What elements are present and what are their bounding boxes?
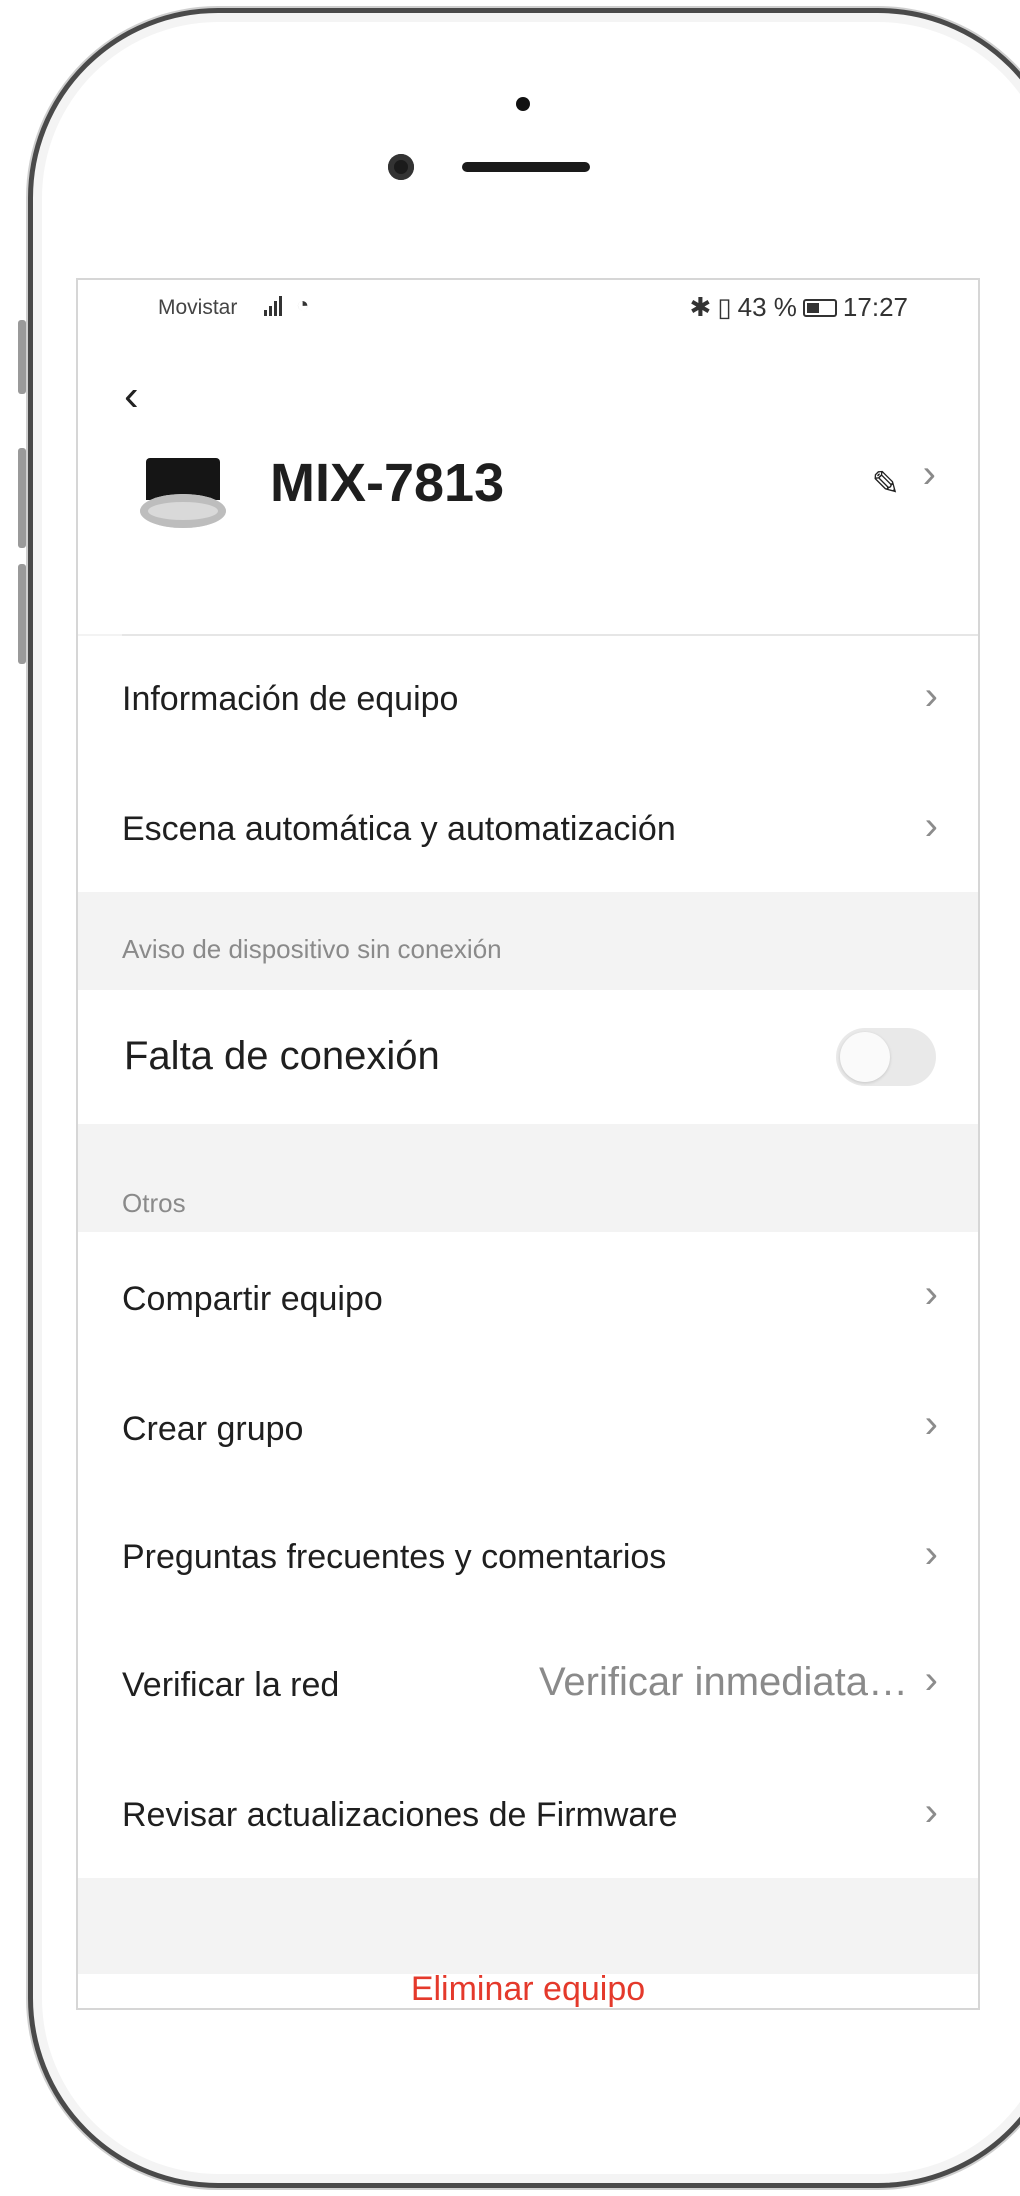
chevron-right-icon: ›: [924, 1402, 938, 1446]
chevron-right-icon: ›: [924, 1272, 938, 1316]
offline-section-header: Aviso de dispositivo sin conexión: [78, 892, 978, 990]
battery-icon: [802, 298, 837, 317]
share-device-item[interactable]: Compartir equipo ›: [78, 1232, 978, 1362]
share-device-label: Compartir equipo: [122, 1280, 383, 1318]
status-right: ✱ ▯ 43 % 17:27: [690, 292, 908, 323]
mute-switch: [18, 320, 26, 394]
chevron-right-icon[interactable]: ›: [923, 452, 936, 497]
device-name: MIX-7813: [270, 453, 505, 513]
faq-label: Preguntas frecuentes y comentarios: [122, 1538, 667, 1576]
automation-item[interactable]: Escena automática y automatización ›: [78, 764, 978, 892]
clock: 17:27: [842, 292, 908, 322]
offline-notice-item: Falta de conexión: [78, 990, 978, 1124]
back-chevron-icon[interactable]: ‹: [124, 374, 139, 418]
vibrate-icon: ▯: [717, 292, 732, 322]
battery-percent: 43 %: [737, 292, 797, 322]
app-screen: Movistar ◔ ✱ ▯ 43 % 17:27 ‹ MIX-7813 ✎ ›…: [76, 278, 980, 2010]
verify-network-label: Verificar la red: [122, 1666, 340, 1704]
firmware-update-item[interactable]: Revisar actualizaciones de Firmware ›: [78, 1750, 978, 1878]
device-info-item[interactable]: Información de equipo ›: [78, 636, 978, 764]
volume-down-button: [18, 564, 26, 664]
wifi-icon: ◔: [296, 292, 310, 317]
bluetooth-icon: ✱: [689, 292, 712, 322]
others-section-header: Otros: [78, 1124, 978, 1232]
offline-notice-toggle[interactable]: [836, 1028, 936, 1086]
status-bar: Movistar ◔ ✱ ▯ 43 % 17:27: [78, 280, 978, 334]
chevron-right-icon: ›: [924, 1658, 938, 1702]
others-section-title: Otros: [122, 1188, 186, 1218]
front-camera: [388, 154, 414, 180]
faq-item[interactable]: Preguntas frecuentes y comentarios ›: [78, 1492, 978, 1620]
chevron-right-icon: ›: [924, 804, 938, 848]
chevron-right-icon: ›: [924, 1532, 938, 1576]
offline-notice-label: Falta de conexión: [124, 1034, 440, 1078]
device-image: [140, 458, 226, 528]
device-header: ‹ MIX-7813 ✎ ›: [78, 334, 978, 636]
firmware-update-label: Revisar actualizaciones de Firmware: [122, 1796, 678, 1834]
proximity-sensor: [516, 97, 530, 111]
carrier-name: Movistar: [158, 296, 238, 319]
earpiece-speaker: [462, 162, 590, 172]
verify-network-item[interactable]: Verificar la red Verificar inmediata… ›: [78, 1620, 978, 1750]
create-group-label: Crear grupo: [122, 1410, 304, 1448]
edit-pencil-icon[interactable]: ✎: [872, 464, 901, 504]
delete-device-button[interactable]: Eliminar equipo: [78, 1970, 978, 2008]
chevron-right-icon: ›: [924, 674, 938, 718]
automation-label: Escena automática y automatización: [122, 810, 676, 848]
device-info-label: Información de equipo: [122, 680, 459, 718]
create-group-item[interactable]: Crear grupo ›: [78, 1362, 978, 1492]
chevron-right-icon: ›: [924, 1790, 938, 1834]
verify-now-value: Verificar inmediata…: [538, 1660, 908, 1704]
signal-icon: [264, 294, 282, 316]
toggle-knob: [840, 1032, 890, 1082]
spacer-section: [78, 1878, 978, 1974]
delete-device-row: Eliminar equipo: [78, 1970, 978, 2008]
volume-up-button: [18, 448, 26, 548]
offline-section-title: Aviso de dispositivo sin conexión: [122, 934, 502, 964]
